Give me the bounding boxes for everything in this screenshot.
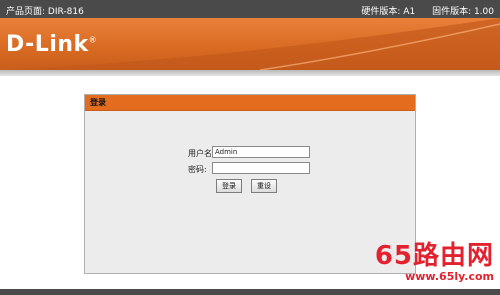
header-divider — [0, 70, 500, 76]
top-info-bar: 产品页面: DIR-816 硬件版本: A1 固件版本: 1.00 — [0, 0, 500, 18]
bottom-bar — [0, 289, 500, 295]
watermark-url: www.65ly.com — [405, 270, 494, 283]
version-info: 硬件版本: A1 固件版本: 1.00 — [347, 4, 494, 17]
password-input[interactable] — [212, 162, 310, 174]
brand-header: D-Link® — [0, 18, 500, 70]
login-panel-title: 登录 — [85, 95, 415, 111]
hardware-version-label: 硬件版本: A1 — [361, 7, 416, 17]
dlink-logo: D-Link® — [6, 32, 98, 57]
brand-logo-text: D-Link — [6, 32, 89, 57]
username-label: 用户名: — [188, 149, 215, 158]
site-watermark: 65路由网 www.65ly.com — [375, 242, 494, 283]
password-label: 密码: — [188, 165, 207, 174]
login-panel: 登录 用户名: Admin 密码: 登录 重设 — [84, 94, 416, 274]
firmware-version-label: 固件版本: 1.00 — [432, 7, 494, 17]
username-input[interactable]: Admin — [212, 146, 310, 158]
login-button[interactable]: 登录 — [216, 179, 242, 193]
reset-button[interactable]: 重设 — [251, 179, 277, 193]
product-page-label: 产品页面: DIR-816 — [6, 7, 84, 17]
watermark-title: 65路由网 — [374, 241, 494, 271]
